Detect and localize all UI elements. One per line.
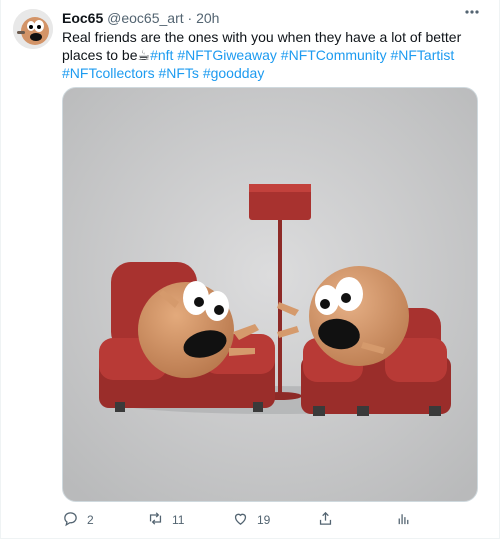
hashtag[interactable]: #NFTartist bbox=[390, 47, 454, 63]
tweet-header: Eoc65 @eoc65_art · 20h bbox=[62, 9, 219, 27]
hashtag[interactable]: #NFTGiweaway bbox=[177, 47, 277, 63]
tweet-time[interactable]: 20h bbox=[196, 10, 219, 26]
reply-icon bbox=[62, 510, 79, 530]
analytics-button[interactable] bbox=[395, 510, 412, 530]
tweet-card[interactable]: Eoc65 @eoc65_art · 20h Real friends are … bbox=[0, 0, 500, 539]
tweet-image[interactable] bbox=[62, 87, 478, 502]
author-name[interactable]: Eoc65 bbox=[62, 10, 103, 26]
hashtag[interactable]: #NFTcollectors bbox=[62, 65, 155, 81]
avatar[interactable] bbox=[13, 9, 53, 49]
more-dots-icon[interactable] bbox=[462, 8, 482, 28]
share-icon bbox=[317, 510, 334, 530]
reply-button[interactable]: 2 bbox=[62, 510, 94, 530]
tweet-actions: 2 11 19 bbox=[62, 510, 462, 530]
retweet-count: 11 bbox=[172, 513, 185, 527]
author-handle[interactable]: @eoc65_art bbox=[107, 10, 183, 26]
heart-icon bbox=[232, 510, 249, 530]
like-button[interactable]: 19 bbox=[232, 510, 270, 530]
separator-dot: · bbox=[187, 10, 193, 26]
hashtag[interactable]: #NFTs bbox=[158, 65, 198, 81]
analytics-icon bbox=[395, 510, 412, 530]
share-button[interactable] bbox=[317, 510, 334, 530]
reply-count: 2 bbox=[87, 513, 94, 527]
hashtag[interactable]: #goodday bbox=[203, 65, 265, 81]
like-count: 19 bbox=[257, 513, 271, 527]
hashtag[interactable]: #NFTCommunity bbox=[281, 47, 387, 63]
retweet-button[interactable]: 11 bbox=[147, 510, 184, 530]
coffee-emoji: ☕ bbox=[137, 47, 151, 63]
tweet-text: Real friends are the ones with you when … bbox=[62, 28, 472, 82]
hashtag[interactable]: #nft bbox=[150, 47, 173, 63]
retweet-icon bbox=[147, 510, 164, 530]
